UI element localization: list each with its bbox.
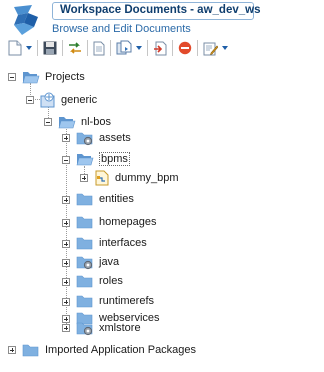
tree-item-imported-packages[interactable]: Imported Application Packages [22, 341, 196, 359]
folder-gear-icon [76, 132, 93, 146]
collapse-toggle[interactable] [62, 156, 70, 164]
tree-item-label: interfaces [99, 237, 147, 249]
bpm-icon [95, 170, 109, 186]
project-icon [40, 92, 55, 108]
folder-open-icon [22, 72, 40, 84]
expand-toggle[interactable] [80, 174, 88, 182]
project-tree: Projects generic nl-bos assets bpms dumm… [0, 0, 324, 372]
tree-item-label: nl-bos [81, 116, 111, 128]
tree-item-label: entities [99, 193, 134, 205]
tree-item-homepages[interactable]: homepages [76, 213, 157, 231]
folder-icon [76, 295, 93, 308]
folder-gear-icon [76, 322, 93, 336]
tree-item-label: xmlstore [99, 322, 141, 334]
expand-toggle[interactable] [62, 259, 70, 267]
tree-item-label: generic [61, 94, 98, 106]
folder-icon [76, 237, 93, 250]
tree-item-label: assets [99, 132, 131, 144]
folder-icon [22, 344, 39, 357]
expand-toggle[interactable] [62, 134, 70, 142]
tree-item-label: Imported Application Packages [45, 344, 197, 356]
tree-item-interfaces[interactable]: interfaces [76, 234, 147, 252]
expand-toggle[interactable] [62, 196, 70, 204]
tree-item-xmlstore[interactable]: xmlstore [76, 319, 141, 337]
tree-item-label: roles [99, 275, 123, 287]
tree-item-runtimerefs[interactable]: runtimerefs [76, 292, 154, 310]
tree-item-bpms[interactable]: bpms [76, 150, 130, 168]
tree-item-assets[interactable]: assets [76, 129, 131, 147]
expand-toggle[interactable] [8, 346, 16, 354]
expand-toggle[interactable] [62, 324, 70, 332]
tree-item-entities[interactable]: entities [76, 190, 134, 208]
folder-icon [76, 216, 93, 229]
folder-icon [76, 275, 93, 288]
collapse-toggle[interactable] [8, 73, 16, 81]
tree-item-generic[interactable]: generic [40, 91, 97, 109]
folder-icon [76, 193, 93, 206]
expand-toggle[interactable] [62, 298, 70, 306]
expand-toggle[interactable] [62, 278, 70, 286]
folder-gear-icon [76, 256, 93, 270]
tree-item-projects[interactable]: Projects [22, 68, 85, 86]
tree-item-label: bpms [99, 152, 130, 166]
tree-item-dummy-bpm[interactable]: dummy_bpm [94, 169, 179, 187]
folder-open-icon [58, 117, 76, 129]
folder-open-icon [76, 154, 94, 166]
tree-item-label: homepages [99, 216, 157, 228]
collapse-toggle[interactable] [44, 118, 52, 126]
expand-toggle[interactable] [62, 219, 70, 227]
tree-item-label: runtimerefs [99, 295, 155, 307]
expand-toggle[interactable] [62, 240, 70, 248]
tree-item-label: Projects [45, 71, 85, 83]
expand-toggle[interactable] [62, 315, 70, 323]
tree-item-label: dummy_bpm [115, 172, 179, 184]
collapse-toggle[interactable] [26, 96, 34, 104]
tree-item-java[interactable]: java [76, 253, 119, 271]
tree-item-roles[interactable]: roles [76, 272, 123, 290]
tree-item-label: java [99, 256, 120, 268]
